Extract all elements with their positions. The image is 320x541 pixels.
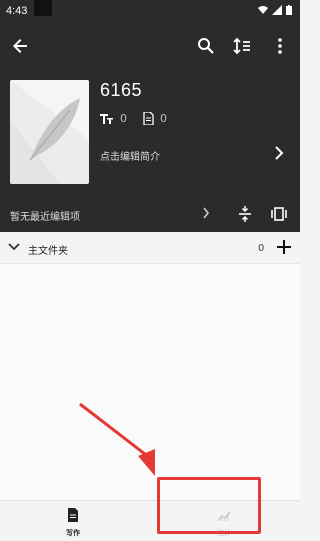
chevron-right-icon[interactable] [202,207,210,219]
chapter-list [0,264,300,500]
chapter-count: 0 [160,112,167,125]
app-bar [0,24,300,68]
status-time: 4:43 [6,5,28,17]
sort-icon [233,37,250,55]
trending-icon [217,511,231,522]
recent-edits-text[interactable]: 暂无最近编辑项 [10,208,80,223]
tab-write-label: 写作 [66,529,80,537]
book-stats: 0 0 [100,112,177,125]
word-count: 0 [120,112,127,125]
arrow-left-icon [13,39,27,53]
chevron-right-icon[interactable] [274,146,284,160]
document-icon [143,112,154,125]
collapse-icon [239,206,251,222]
book-cover[interactable] [10,80,89,184]
description-prompt[interactable]: 点击编辑简介 [100,148,160,163]
text-size-icon [100,113,113,124]
more-button[interactable] [268,34,292,58]
book-title[interactable]: 6165 [100,80,142,101]
add-icon[interactable] [276,239,292,255]
tab-stats-label: 统计 [217,529,231,537]
book-header: 6165 0 0 点击编辑简介 [0,68,300,196]
wifi-icon [258,6,268,14]
feather-icon [10,80,89,184]
battery-icon [286,5,292,15]
folder-row[interactable]: 主文件夹 0 [0,232,300,264]
bottom-nav: 写作 统计 [0,500,300,541]
folder-count: 0 [258,243,265,254]
notification-icon [34,0,52,16]
status-bar: 4:43 [0,0,300,24]
signal-icon [272,5,282,15]
view-mode-button[interactable] [270,205,288,223]
sort-button[interactable] [230,34,254,58]
system-icons [258,5,292,15]
chevron-down-icon[interactable] [8,242,20,252]
folder-name: 主文件夹 [28,246,68,257]
back-button[interactable] [8,34,32,58]
view-carousel-icon [271,207,287,221]
search-icon [198,38,214,54]
collapse-all-button[interactable] [236,205,254,223]
tab-write[interactable]: 写作 [45,507,101,539]
document-icon [68,508,78,522]
recent-edits-bar: 暂无最近编辑项 [0,196,300,232]
search-button[interactable] [194,34,218,58]
more-vert-icon [278,38,282,54]
tab-stats[interactable]: 统计 [196,507,252,539]
